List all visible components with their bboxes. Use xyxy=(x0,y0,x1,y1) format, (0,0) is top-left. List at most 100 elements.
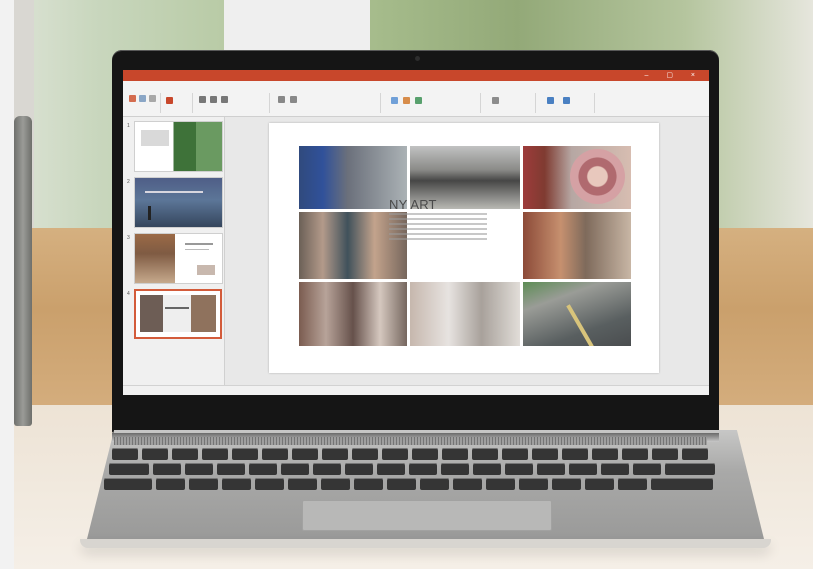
keyboard-key[interactable] xyxy=(345,463,373,475)
keyboard-key[interactable] xyxy=(420,478,449,490)
keyboard-key[interactable] xyxy=(409,463,437,475)
slide-number: 1 xyxy=(127,123,130,129)
keyboard-key[interactable] xyxy=(313,463,341,475)
keyboard-key[interactable] xyxy=(281,463,309,475)
slide-thumbnail-4-selected[interactable] xyxy=(134,289,222,339)
keyboard-key[interactable] xyxy=(569,463,597,475)
keyboard-key[interactable] xyxy=(377,463,405,475)
keyboard-key[interactable] xyxy=(665,463,715,475)
keyboard-key[interactable] xyxy=(532,448,558,460)
keyboard-key[interactable] xyxy=(441,463,469,475)
keyboard-key[interactable] xyxy=(505,463,533,475)
clipboard-group xyxy=(127,93,161,113)
keyboard-key[interactable] xyxy=(153,463,181,475)
window-controls-icon[interactable]: – ▢ × xyxy=(645,70,703,81)
keyboard-key[interactable] xyxy=(352,448,378,460)
keyboard-key[interactable] xyxy=(222,478,251,490)
keyboard-key[interactable] xyxy=(202,448,228,460)
keyboard-key[interactable] xyxy=(354,478,383,490)
slide-title: NY ART xyxy=(389,197,437,212)
keyboard-key[interactable] xyxy=(473,463,501,475)
slide-photo xyxy=(523,212,631,279)
paragraph-group xyxy=(272,93,381,113)
font-icon[interactable] xyxy=(199,96,206,103)
designer-group xyxy=(539,93,595,113)
bottle xyxy=(14,116,32,426)
keyboard-key[interactable] xyxy=(412,448,438,460)
slide-number: 3 xyxy=(127,235,130,241)
numbering-icon[interactable] xyxy=(290,96,297,103)
keyboard-key[interactable] xyxy=(562,448,588,460)
keyboard-key[interactable] xyxy=(185,463,213,475)
new-slide-icon[interactable] xyxy=(166,97,173,104)
keyboard-key[interactable] xyxy=(109,463,149,475)
keyboard-key[interactable] xyxy=(156,478,185,490)
slide-thumbnail-3[interactable] xyxy=(134,233,223,284)
keyboard-key[interactable] xyxy=(622,448,648,460)
slide-photo xyxy=(523,282,631,346)
keyboard-key[interactable] xyxy=(453,478,482,490)
keyboard-key[interactable] xyxy=(217,463,245,475)
slide-thumbnail-1[interactable] xyxy=(134,121,223,172)
paste-icon[interactable] xyxy=(129,95,136,102)
keyboard-key[interactable] xyxy=(552,478,581,490)
keyboard-key[interactable] xyxy=(249,463,277,475)
keyboard-key[interactable] xyxy=(633,463,661,475)
laptop-front-edge xyxy=(80,539,771,548)
keyboard-key[interactable] xyxy=(519,478,548,490)
slide-body-text xyxy=(389,213,487,243)
window-frame xyxy=(224,0,370,52)
editing-group xyxy=(484,93,536,113)
keyboard-key[interactable] xyxy=(172,448,198,460)
keyboard-key[interactable] xyxy=(292,448,318,460)
keyboard-key[interactable] xyxy=(322,448,348,460)
keyboard-key[interactable] xyxy=(537,463,565,475)
keyboard-key[interactable] xyxy=(585,478,614,490)
drawing-group xyxy=(383,93,481,113)
dictate-icon[interactable] xyxy=(563,97,570,104)
keyboard-key[interactable] xyxy=(651,478,713,490)
keyboard-key[interactable] xyxy=(104,478,152,490)
keyboard-key[interactable] xyxy=(592,448,618,460)
slide-thumbnail-2[interactable] xyxy=(134,177,223,228)
quick-styles-icon[interactable] xyxy=(415,97,422,104)
keyboard-key[interactable] xyxy=(189,478,218,490)
keyboard-key[interactable] xyxy=(255,478,284,490)
arrange-icon[interactable] xyxy=(403,97,410,104)
font-group xyxy=(195,93,270,113)
bold-icon[interactable] xyxy=(210,96,217,103)
bullets-icon[interactable] xyxy=(278,96,285,103)
speaker-grille xyxy=(114,437,707,445)
keyboard-key[interactable] xyxy=(288,478,317,490)
find-icon[interactable] xyxy=(492,97,499,104)
keyboard-key[interactable] xyxy=(262,448,288,460)
keyboard-key[interactable] xyxy=(321,478,350,490)
format-painter-icon[interactable] xyxy=(149,95,156,102)
keyboard-key[interactable] xyxy=(142,448,168,460)
slide-thumbnail-pane: 1 2 3 4 xyxy=(123,117,225,385)
designer-icon[interactable] xyxy=(547,97,554,104)
keyboard-key[interactable] xyxy=(387,478,416,490)
shapes-icon[interactable] xyxy=(391,97,398,104)
image-border xyxy=(0,0,14,569)
slide-canvas[interactable]: NY ART xyxy=(269,123,659,373)
keyboard-key[interactable] xyxy=(601,463,629,475)
keyboard-key[interactable] xyxy=(472,448,498,460)
keyboard-key[interactable] xyxy=(652,448,678,460)
keyboard-key[interactable] xyxy=(442,448,468,460)
keyboard-key[interactable] xyxy=(486,478,515,490)
copy-icon[interactable] xyxy=(139,95,146,102)
keyboard-key[interactable] xyxy=(502,448,528,460)
webcam-icon xyxy=(415,56,420,61)
keyboard-key[interactable] xyxy=(382,448,408,460)
italic-icon[interactable] xyxy=(221,96,228,103)
keyboard-key[interactable] xyxy=(112,448,138,460)
slide-photo xyxy=(410,282,520,346)
keyboard-key[interactable] xyxy=(618,478,647,490)
slide-number: 4 xyxy=(127,291,130,297)
keyboard-key[interactable] xyxy=(682,448,708,460)
slide-number: 2 xyxy=(127,179,130,185)
touchpad[interactable] xyxy=(302,500,552,531)
ribbon-tabs xyxy=(127,82,199,88)
keyboard-key[interactable] xyxy=(232,448,258,460)
